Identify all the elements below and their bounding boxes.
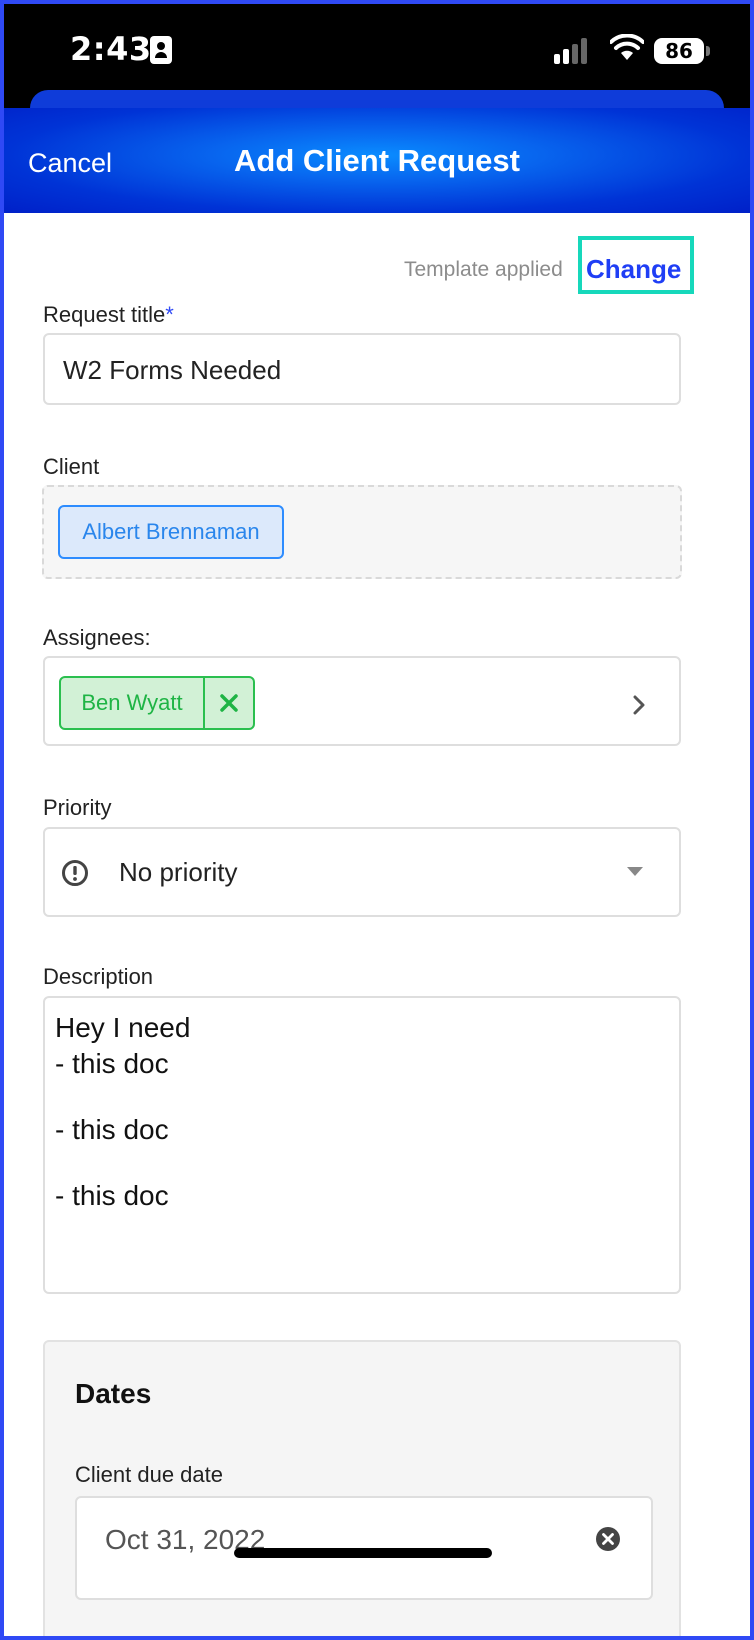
app-frame: 2:43 86 Cancel Add Client Request Templa… <box>4 4 750 1636</box>
chevron-down-icon <box>627 867 643 876</box>
battery-tip <box>706 46 710 56</box>
priority-value: No priority <box>119 857 238 887</box>
request-title-input[interactable]: W2 Forms Needed <box>43 333 681 405</box>
description-line: Hey I need <box>55 1012 191 1043</box>
battery-icon: 86 <box>654 38 704 64</box>
template-applied-text: Template applied <box>404 258 563 281</box>
description-line: - this doc <box>55 1114 169 1145</box>
remove-assignee-icon[interactable] <box>205 678 253 728</box>
dates-card: Dates Client due date Oct 31, 2022 <box>43 1340 681 1636</box>
dates-title: Dates <box>75 1378 152 1409</box>
status-time: 2:43 <box>70 30 152 68</box>
client-label: Client <box>43 454 100 479</box>
request-title-value: W2 Forms Needed <box>63 355 282 385</box>
priority-alert-icon <box>62 860 88 886</box>
priority-select[interactable]: No priority <box>43 827 681 917</box>
request-title-label: Request title* <box>43 302 174 328</box>
required-mark: * <box>165 302 174 327</box>
chevron-right-icon[interactable] <box>631 694 647 716</box>
description-label: Description <box>43 964 154 989</box>
assignee-chip: Ben Wyatt <box>59 676 255 730</box>
description-line: - this doc <box>55 1180 169 1211</box>
request-title-label-text: Request title <box>43 302 166 327</box>
assignees-label: Assignees: <box>43 625 151 650</box>
page-title: Add Client Request <box>234 143 520 178</box>
priority-label: Priority <box>43 795 112 820</box>
header-bar: Cancel Add Client Request <box>4 108 750 213</box>
assignee-chip-name: Ben Wyatt <box>81 690 183 715</box>
client-due-date-label: Client due date <box>75 1462 223 1487</box>
change-template-button[interactable]: Change <box>586 254 681 285</box>
description-textarea[interactable]: Hey I need - this doc - this doc - this … <box>43 996 681 1294</box>
clear-date-icon[interactable] <box>595 1526 621 1552</box>
wifi-icon <box>610 34 644 60</box>
contact-card-icon <box>150 36 172 64</box>
home-indicator <box>234 1548 492 1558</box>
description-line: - this doc <box>55 1048 169 1079</box>
client-field[interactable]: Albert Brennaman <box>42 485 682 579</box>
assignees-field[interactable]: Ben Wyatt <box>43 656 681 746</box>
client-chip[interactable]: Albert Brennaman <box>58 505 284 559</box>
